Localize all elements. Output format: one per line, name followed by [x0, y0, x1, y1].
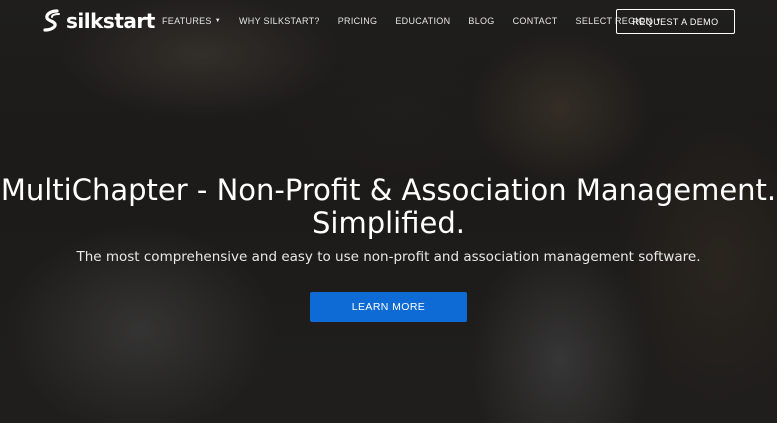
- nav-features-label: FEATURES: [162, 16, 212, 26]
- caret-down-icon: ▼: [214, 18, 221, 24]
- nav-blog-label: BLOG: [468, 16, 495, 26]
- hero-title-line-2: Simplified.: [312, 206, 465, 240]
- nav-features[interactable]: FEATURES ▼: [162, 16, 221, 26]
- hero-subtitle: The most comprehensive and easy to use n…: [76, 249, 701, 265]
- main-nav: FEATURES ▼ WHY SILKSTART? PRICING EDUCAT…: [162, 16, 662, 26]
- nav-education-label: EDUCATION: [395, 16, 451, 26]
- request-demo-button[interactable]: REQUEST A DEMO: [616, 9, 735, 34]
- nav-pricing-label: PRICING: [337, 16, 378, 26]
- hero-title-line-1: MultiChapter - Non-Profit & Association …: [0, 173, 777, 207]
- silkstart-swoosh-icon: [43, 9, 60, 32]
- logo-link[interactable]: silkstart: [42, 8, 155, 34]
- nav-pricing[interactable]: PRICING: [338, 16, 378, 26]
- nav-why-silkstart-label: WHY SILKSTART?: [239, 16, 320, 26]
- nav-contact-label: CONTACT: [512, 16, 558, 26]
- nav-why-silkstart[interactable]: WHY SILKSTART?: [239, 16, 320, 26]
- brand-wordmark: silkstart: [66, 9, 155, 33]
- nav-blog[interactable]: BLOG: [468, 16, 494, 26]
- site-header: silkstart FEATURES ▼ WHY SILKSTART? PRIC…: [0, 0, 777, 42]
- nav-education[interactable]: EDUCATION: [395, 16, 450, 26]
- nav-contact[interactable]: CONTACT: [513, 16, 558, 26]
- hero-title: MultiChapter - Non-Profit & Association …: [0, 174, 777, 240]
- learn-more-button[interactable]: LEARN MORE: [310, 292, 467, 322]
